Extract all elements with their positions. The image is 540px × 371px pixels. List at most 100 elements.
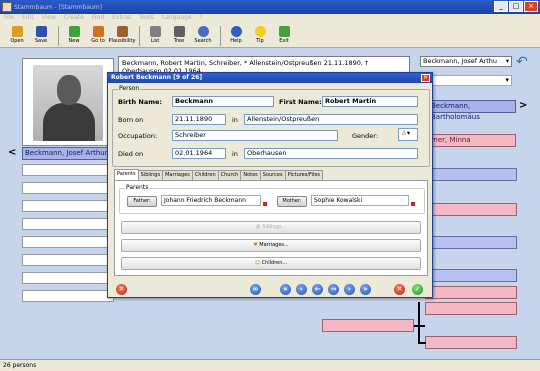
menu-view[interactable]: View: [42, 14, 56, 24]
died-on-label: Died on: [118, 150, 144, 158]
menu-edit[interactable]: Edit: [22, 14, 34, 24]
remove-father-icon[interactable]: [263, 202, 267, 206]
next-record-button[interactable]: →: [328, 284, 339, 295]
tab-church[interactable]: Church: [217, 170, 242, 180]
list-icon: [149, 26, 161, 37]
menu-help[interactable]: ?: [200, 14, 203, 24]
child-slot[interactable]: [22, 182, 114, 194]
person-select[interactable]: Beckmann, Josef Arthu ▾: [420, 56, 512, 67]
menu-language[interactable]: Language: [162, 14, 192, 24]
search-icon: [197, 26, 209, 37]
last-record-button[interactable]: »: [360, 284, 371, 295]
person-select-secondary[interactable]: ▾: [420, 75, 512, 86]
ancestor-box[interactable]: [425, 236, 517, 249]
delete-person-button[interactable]: ✕: [116, 284, 127, 295]
nav-right-arrow[interactable]: >: [519, 100, 527, 111]
born-place-field[interactable]: Allenstein/Ostpreußen: [244, 114, 418, 125]
person-edit-dialog: Robert Beckmann [9 of 26] × Person Birth…: [107, 72, 433, 298]
marriages-button[interactable]: ♥ Marriages...: [121, 239, 421, 252]
ancestor-spouse-box[interactable]: [425, 302, 517, 315]
ancestor-box[interactable]: [425, 269, 517, 282]
occupation-field[interactable]: Schreiber: [172, 130, 338, 141]
first-name-field[interactable]: Robert Martin: [322, 96, 418, 107]
parents-tab-panel: Parents Father: Johann Friedrich Beckman…: [114, 180, 428, 276]
main-person-box[interactable]: Beckmann, Josef Arthur: [22, 147, 114, 160]
open-folder-icon: [11, 26, 23, 37]
tree-button[interactable]: Tree: [168, 24, 190, 47]
tab-siblings[interactable]: Siblings: [137, 170, 164, 180]
person-photo[interactable]: [22, 58, 114, 146]
close-window-button[interactable]: ×: [524, 1, 538, 12]
ancestor-box[interactable]: [425, 168, 517, 181]
born-date-field[interactable]: 21.11.1890: [172, 114, 226, 125]
plausibility-button[interactable]: Plausibility: [109, 24, 135, 47]
tab-sources[interactable]: Sources: [259, 170, 286, 180]
mother-button[interactable]: Mother:: [277, 196, 307, 207]
child-slot[interactable]: [22, 254, 114, 266]
tab-children[interactable]: Children: [191, 170, 219, 180]
search-button[interactable]: Search: [192, 24, 214, 47]
next-page-button[interactable]: ›: [344, 284, 355, 295]
tab-pictures-files[interactable]: Pictures/Files: [284, 170, 324, 180]
occupation-label: Occupation:: [118, 132, 158, 140]
ancestor-spouse-box[interactable]: [425, 336, 517, 349]
father-button[interactable]: Father:: [127, 196, 157, 207]
gender-select[interactable]: ♙▾: [398, 128, 418, 141]
prev-page-button[interactable]: ‹: [296, 284, 307, 295]
ok-button[interactable]: ✓: [412, 284, 423, 295]
menu-create[interactable]: Create: [64, 14, 84, 24]
minimize-button[interactable]: _: [494, 1, 508, 12]
child-slot[interactable]: [22, 218, 114, 230]
menu-file[interactable]: File: [4, 14, 14, 24]
first-record-button[interactable]: «: [280, 284, 291, 295]
tip-button[interactable]: Tip: [249, 24, 271, 47]
maximize-button[interactable]: □: [509, 1, 523, 12]
died-date-field[interactable]: 02.01.1964: [172, 148, 226, 159]
birth-name-field[interactable]: Beckmann: [172, 96, 274, 107]
new-person-icon: [68, 26, 80, 37]
nav-left-arrow[interactable]: <: [8, 147, 16, 158]
menu-extras[interactable]: Extras: [112, 14, 131, 24]
ancestor-spouse-box[interactable]: [425, 286, 517, 299]
dialog-close-button[interactable]: ×: [421, 74, 430, 82]
father-field[interactable]: Johann Friedrich Beckmann: [161, 195, 261, 206]
children-button[interactable]: ☺ Children...: [121, 257, 421, 270]
open-button[interactable]: Open: [6, 24, 28, 47]
died-place-field[interactable]: Oberhausen: [244, 148, 418, 159]
link-button[interactable]: ∞: [250, 284, 261, 295]
window-title: Stammbaum - [Stammbaum]: [14, 3, 102, 11]
ancestor-spouse-box[interactable]: [425, 203, 517, 216]
tree-connector: [418, 302, 420, 344]
new-button[interactable]: New: [63, 24, 85, 47]
ancestor-spouse-box[interactable]: [322, 319, 414, 332]
child-slot[interactable]: [22, 290, 114, 302]
tab-marriages[interactable]: Marriages: [162, 170, 193, 180]
save-button[interactable]: Save: [30, 24, 52, 47]
list-button[interactable]: List: [144, 24, 166, 47]
tab-notes[interactable]: Notes: [240, 170, 261, 180]
menu-bar: File Edit View Create Find Extras Tools …: [0, 14, 540, 24]
child-slot[interactable]: [22, 200, 114, 212]
exit-button[interactable]: Exit: [273, 24, 295, 47]
prev-record-button[interactable]: ←: [312, 284, 323, 295]
child-slot[interactable]: [22, 272, 114, 284]
mother-field[interactable]: Sophie Kowalski: [311, 195, 409, 206]
lightbulb-icon: [254, 26, 266, 37]
menu-find[interactable]: Find: [92, 14, 104, 24]
back-arrow-icon[interactable]: ↶: [516, 54, 528, 70]
right-spouse-box[interactable]: mer, Minna: [428, 134, 516, 147]
cancel-button[interactable]: ✕: [394, 284, 405, 295]
chevron-down-icon: ▾: [505, 76, 509, 84]
right-person-box[interactable]: Beckmann, Bartholomäus: [428, 100, 516, 121]
help-button[interactable]: Help: [225, 24, 247, 47]
gender-label: Gender:: [352, 132, 379, 140]
child-slot[interactable]: [22, 236, 114, 248]
siblings-button[interactable]: ▦ Siblings...: [121, 221, 421, 234]
menu-tools[interactable]: Tools: [139, 14, 154, 24]
toolbar-separator: [139, 26, 140, 46]
child-slot[interactable]: [22, 164, 114, 176]
goto-button[interactable]: Go to: [87, 24, 109, 47]
status-bar: 26 persons: [0, 359, 540, 371]
tab-parents[interactable]: Parents: [114, 169, 139, 180]
remove-mother-icon[interactable]: [411, 202, 415, 206]
